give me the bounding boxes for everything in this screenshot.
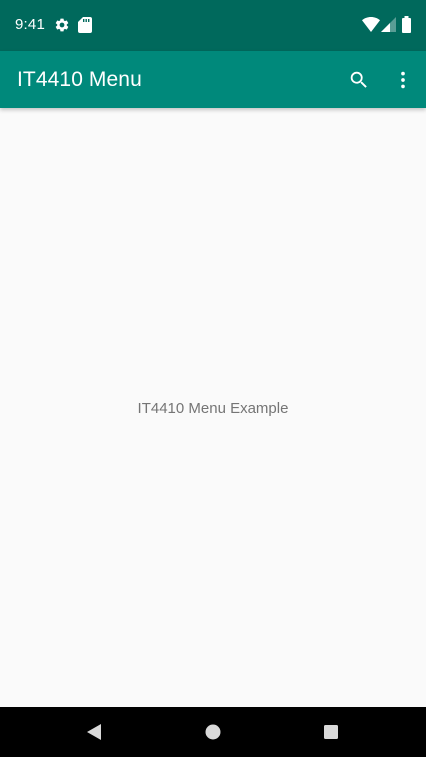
status-time: 9:41 [15,16,45,33]
recents-button[interactable] [317,718,345,746]
wifi-icon [362,17,380,32]
cell-signal-icon [381,17,396,32]
battery-icon [402,16,411,33]
main-content: IT4410 Menu Example [0,108,426,707]
gear-icon [55,18,69,32]
navigation-bar [0,707,426,757]
app-bar: IT4410 Menu [0,51,426,108]
search-button[interactable] [338,59,380,101]
status-bar: 9:41 [0,0,426,51]
home-button[interactable] [199,718,227,746]
more-vert-icon [401,71,405,89]
app-title: IT4410 Menu [17,68,142,91]
more-options-button[interactable] [382,59,424,101]
home-icon [205,724,221,740]
back-icon [87,724,101,740]
back-button[interactable] [80,718,108,746]
search-icon [350,71,367,88]
sd-card-icon [78,17,92,33]
menu-example-text: IT4410 Menu Example [137,400,289,417]
recents-icon [324,725,338,739]
